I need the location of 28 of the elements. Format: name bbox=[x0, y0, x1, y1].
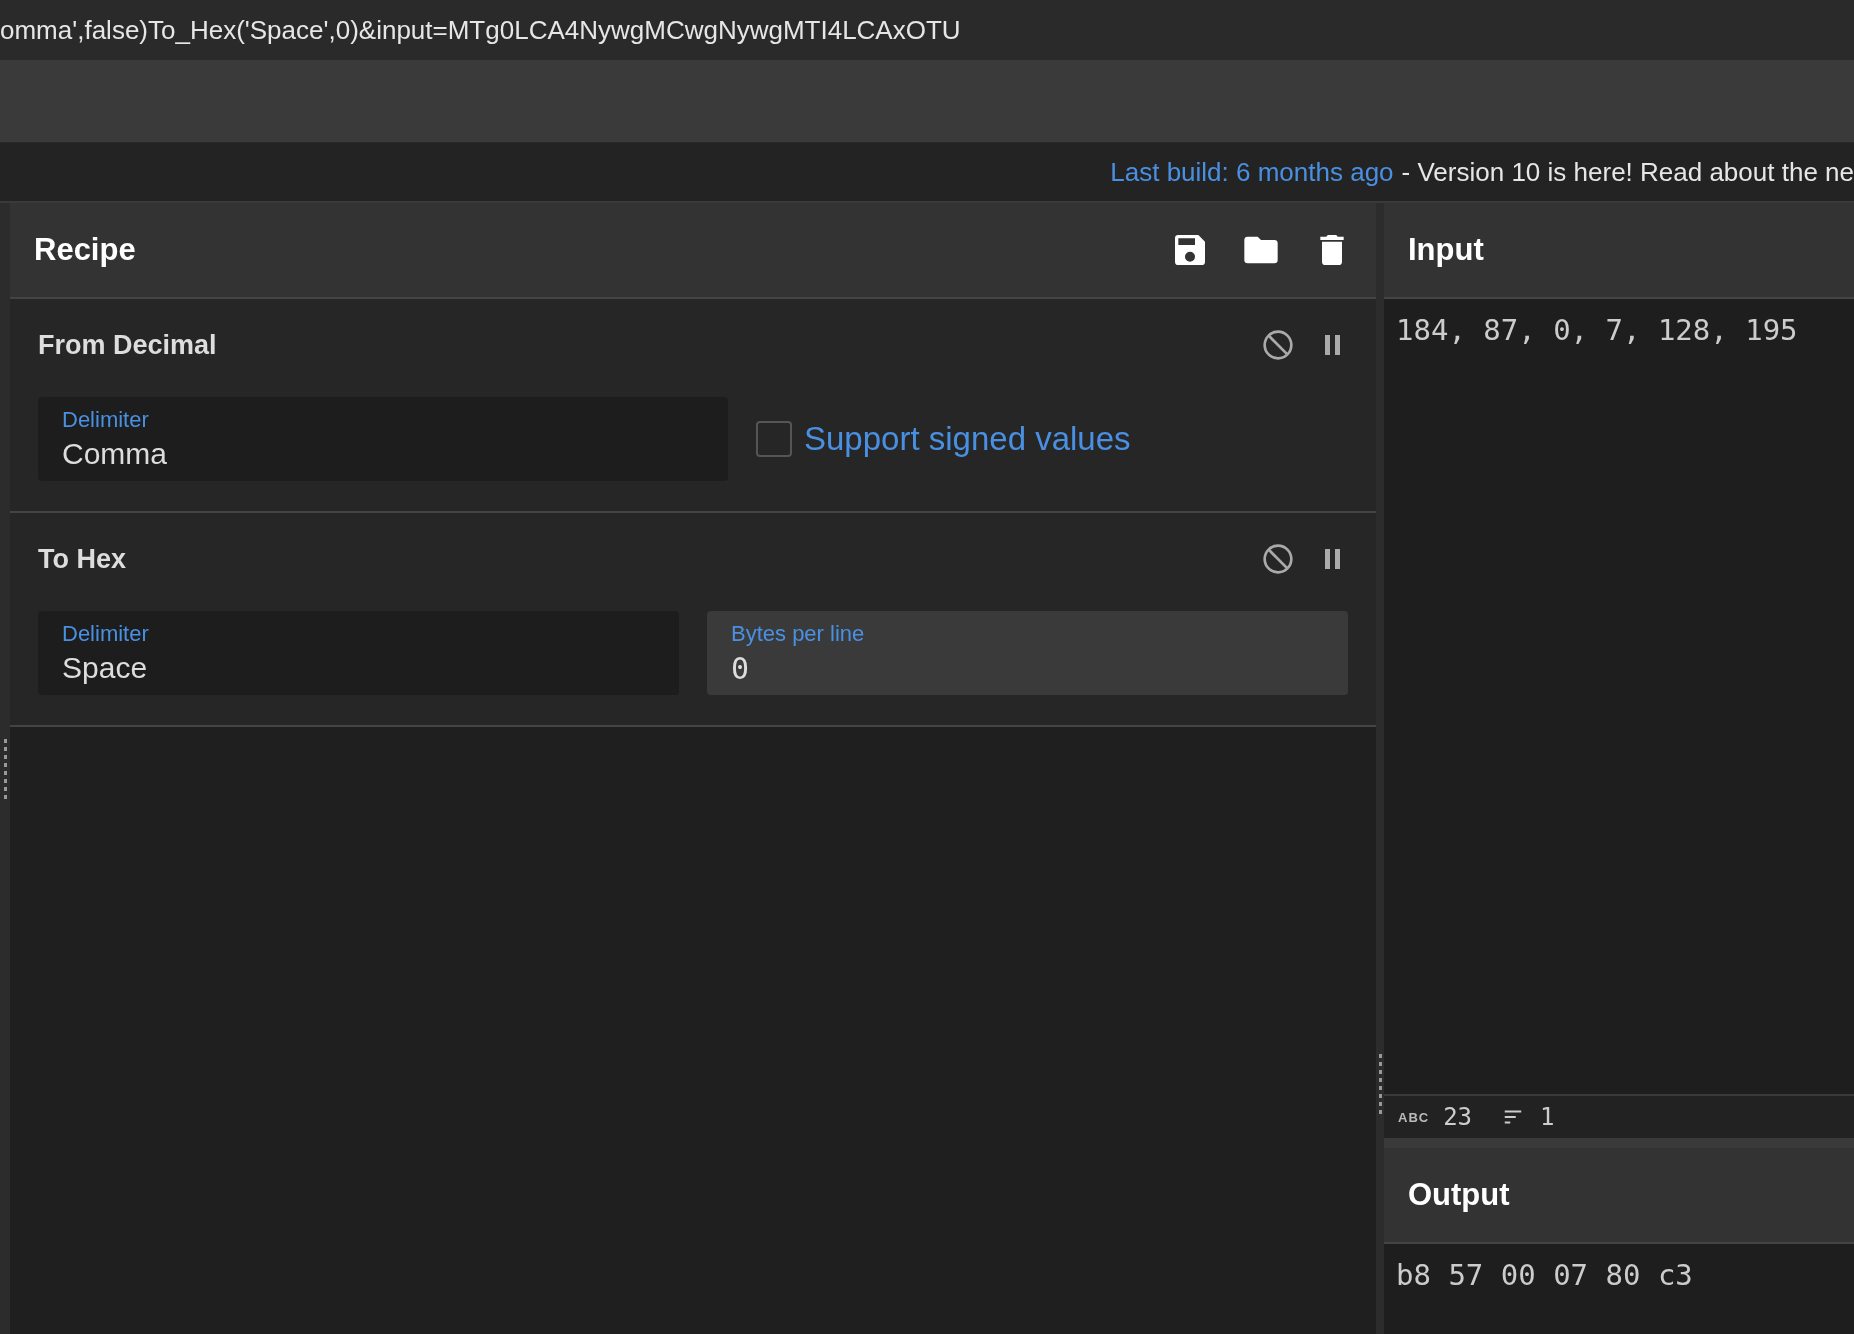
build-link[interactable]: Last build: 6 months ago bbox=[1110, 156, 1394, 188]
operation-name: From Decimal bbox=[38, 329, 217, 361]
input-text[interactable]: 184, 87, 0, 7, 128, 195 bbox=[1384, 299, 1854, 361]
notice-text: - Version 10 is here! Read about the ne bbox=[1401, 156, 1854, 188]
prohibited-icon bbox=[1262, 329, 1294, 361]
length-count: 23 bbox=[1443, 1103, 1473, 1131]
panel-title: Output bbox=[1408, 1177, 1510, 1213]
field-value: Comma bbox=[62, 437, 168, 471]
checkbox[interactable] bbox=[756, 421, 792, 457]
disable-button[interactable] bbox=[1262, 329, 1294, 361]
dropdown-field[interactable]: Delimiter Comma bbox=[38, 397, 728, 481]
field-value: Space bbox=[62, 651, 149, 685]
panel-title: Input bbox=[1408, 232, 1484, 268]
disable-button[interactable] bbox=[1262, 543, 1294, 575]
operation-name: To Hex bbox=[38, 543, 126, 575]
prohibited-icon bbox=[1262, 543, 1294, 575]
number-field[interactable]: Bytes per line 0 bbox=[707, 611, 1348, 695]
field-label: Delimiter bbox=[62, 407, 150, 433]
field-label: Delimiter bbox=[62, 621, 150, 647]
checkbox-label: Support signed values bbox=[804, 420, 1131, 458]
line-count: 1 bbox=[1540, 1103, 1555, 1131]
url-text: omma',false)To_Hex('Space',0)&input=MTg0LCA4NywgMCwgNywgMTI4LCAxOTU bbox=[0, 14, 961, 46]
dropdown-field[interactable]: Delimiter Space bbox=[38, 611, 679, 695]
length-label: ABC bbox=[1398, 1109, 1430, 1125]
field-label: Bytes per line bbox=[731, 620, 866, 647]
output-text: b8 57 00 07 80 c3 bbox=[1395, 1257, 1694, 1294]
panel-title: Recipe bbox=[34, 232, 136, 268]
field-value: 0 bbox=[731, 650, 751, 686]
